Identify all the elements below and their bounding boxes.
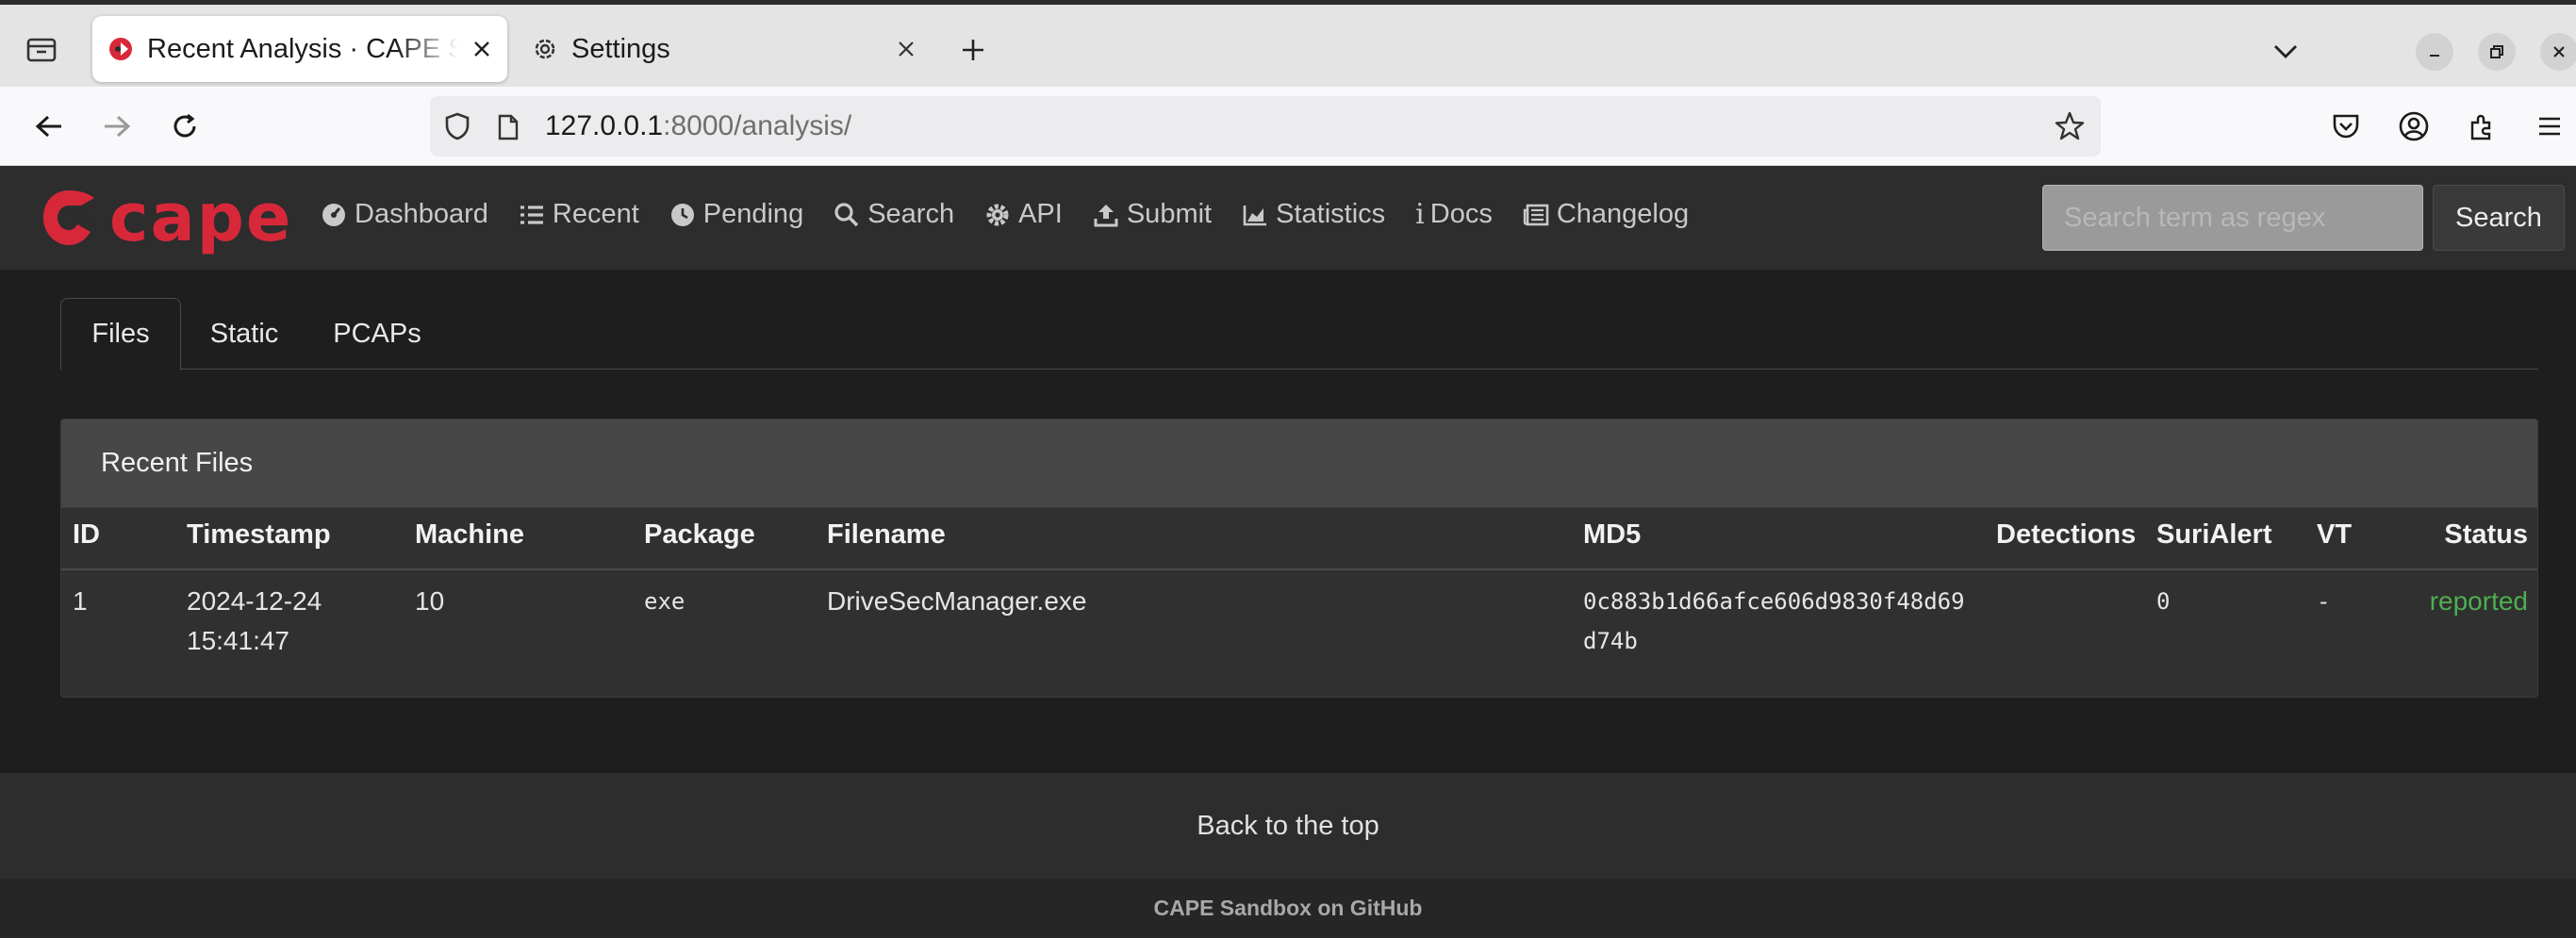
card-title: Recent Files <box>101 448 254 478</box>
column-header-timestamp[interactable]: Timestamp <box>187 519 331 551</box>
chevron-down-icon[interactable] <box>2265 31 2306 73</box>
md5-line-1: 0c883b1d66afce606d9830f48d69 <box>1583 588 1965 615</box>
nav-docs[interactable]: i Docs <box>1415 198 1493 231</box>
shield-icon[interactable] <box>443 111 471 141</box>
main-menu: Dashboard Recent Pending Search API Subm… <box>321 198 1719 231</box>
tab-pcaps[interactable]: PCAPs <box>307 298 447 370</box>
card-header: Recent Files <box>61 420 2537 508</box>
browser-tab-strip: Recent Analysis · CAPE Sandbox Settings <box>0 0 2576 87</box>
new-tab-icon[interactable] <box>952 29 994 71</box>
tab-static[interactable]: Static <box>181 298 307 370</box>
search-icon <box>834 202 859 226</box>
column-header-filename[interactable]: Filename <box>827 519 946 551</box>
cape-favicon-icon <box>107 36 134 62</box>
cell-surialert: 0 <box>2156 588 2171 615</box>
nav-statistics[interactable]: Statistics <box>1242 199 1385 230</box>
url-host: 127.0.0.1 <box>545 110 664 141</box>
close-window-icon[interactable] <box>2540 33 2576 71</box>
md5-line-2: d74b <box>1583 628 1638 654</box>
page-icon[interactable] <box>496 113 520 141</box>
pocket-icon[interactable] <box>2325 106 2367 147</box>
cape-logo-icon <box>43 190 94 245</box>
cell-id[interactable]: 1 <box>73 582 88 621</box>
tab-title: Recent Analysis · CAPE Sandbox <box>147 34 458 64</box>
close-tab-icon[interactable] <box>468 35 496 63</box>
browser-tab-recent-analysis[interactable]: Recent Analysis · CAPE Sandbox <box>92 16 507 82</box>
cape-logo[interactable]: cape <box>40 183 292 253</box>
nav-label: Dashboard <box>355 199 488 229</box>
nav-api[interactable]: API <box>984 199 1063 230</box>
nav-search[interactable]: Search <box>834 199 954 230</box>
newspaper-icon <box>1523 204 1549 225</box>
nav-submit[interactable]: Submit <box>1093 199 1212 230</box>
gear-icon <box>986 204 1009 225</box>
column-header-vt[interactable]: VT <box>2317 519 2352 551</box>
nav-label: Statistics <box>1276 199 1386 229</box>
column-header-machine[interactable]: Machine <box>415 519 524 551</box>
area-chart-icon <box>1243 205 1267 225</box>
url-path: :8000/analysis/ <box>663 110 852 141</box>
back-to-top-link[interactable]: Back to the top <box>0 773 2576 879</box>
cell-filename[interactable]: DriveSecManager.exe <box>827 582 1086 621</box>
restore-icon[interactable] <box>2478 33 2516 71</box>
cell-md5: 0c883b1d66afce606d9830f48d69 d74b <box>1583 582 1965 661</box>
gear-icon <box>532 36 558 62</box>
timestamp-time: 15:41:47 <box>187 626 289 655</box>
column-header-surialert[interactable]: SuriAlert <box>2156 519 2271 551</box>
dashboard-icon <box>322 203 345 226</box>
nav-label: Pending <box>702 199 804 229</box>
tab-list-icon[interactable] <box>17 25 66 74</box>
cell-vt: - <box>2317 588 2331 615</box>
search-button[interactable]: Search <box>2433 185 2565 251</box>
column-header-package[interactable]: Package <box>644 519 755 551</box>
cell-timestamp: 2024-12-24 15:41:47 <box>187 582 322 661</box>
table-header-divider <box>61 568 2537 570</box>
minimize-icon[interactable] <box>2416 33 2453 71</box>
search-input[interactable] <box>2042 185 2423 251</box>
column-header-id[interactable]: ID <box>73 519 100 551</box>
extensions-icon[interactable] <box>2461 106 2502 147</box>
browser-toolbar: 127.0.0.1:8000/analysis/ <box>0 87 2576 166</box>
nav-label: Submit <box>1126 199 1213 229</box>
nav-pending[interactable]: Pending <box>669 199 803 230</box>
info-icon: i <box>1415 198 1425 231</box>
nav-changelog[interactable]: Changelog <box>1523 199 1689 230</box>
nav-label: Search <box>867 199 955 229</box>
cell-machine: 10 <box>415 586 445 616</box>
timestamp-date: 2024-12-24 <box>187 586 322 616</box>
nav-label: Changelog <box>1556 199 1690 229</box>
recent-files-card: Recent Files ID Timestamp Machine Packag… <box>60 419 2538 698</box>
tab-title: Settings <box>571 34 670 64</box>
hamburger-menu-icon[interactable] <box>2529 106 2570 147</box>
github-link[interactable]: CAPE Sandbox on GitHub <box>0 879 2576 938</box>
tab-files[interactable]: Files <box>60 298 181 370</box>
nav-label: API <box>1018 199 1063 229</box>
content-tabs: Files Static PCAPs <box>60 298 2538 370</box>
close-tab-icon[interactable] <box>892 35 920 63</box>
column-header-detections[interactable]: Detections <box>1996 519 2136 551</box>
list-icon <box>520 205 543 224</box>
back-arrow-icon[interactable] <box>28 106 70 147</box>
reload-icon[interactable] <box>164 106 206 147</box>
upload-icon <box>1094 204 1118 226</box>
forward-arrow-icon[interactable] <box>96 106 138 147</box>
account-icon[interactable] <box>2393 106 2435 147</box>
nav-recent[interactable]: Recent <box>519 199 639 230</box>
cell-status: reported <box>2429 586 2528 616</box>
column-header-md5[interactable]: MD5 <box>1583 519 1641 551</box>
clock-icon <box>670 203 694 226</box>
nav-dashboard[interactable]: Dashboard <box>321 199 488 230</box>
url-bar[interactable]: 127.0.0.1:8000/analysis/ <box>430 96 2101 156</box>
app-navbar: cape Dashboard Recent Pending Search API… <box>0 166 2576 270</box>
cell-package: exe <box>644 588 685 615</box>
browser-tab-settings[interactable]: Settings <box>517 16 932 82</box>
logo-text: cape <box>109 179 293 256</box>
url-text[interactable]: 127.0.0.1:8000/analysis/ <box>545 110 851 142</box>
nav-label: Docs <box>1429 199 1493 229</box>
column-header-status[interactable]: Status <box>2444 519 2528 551</box>
bookmark-star-icon[interactable] <box>2054 110 2086 142</box>
nav-label: Recent <box>552 199 639 229</box>
